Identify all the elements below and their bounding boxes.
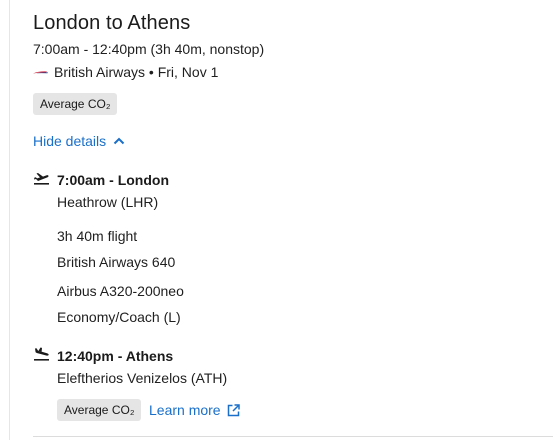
takeoff-icon <box>34 173 49 185</box>
arrival-airport: Eleftherios Venizelos (ATH) <box>57 370 228 386</box>
airline-date-row: British Airways • Fri, Nov 1 <box>33 64 218 80</box>
flight-duration: 3h 40m flight <box>57 228 138 244</box>
emissions-badge-label: Average CO₂ <box>40 97 111 111</box>
chevron-up-icon[interactable] <box>113 137 125 145</box>
emissions-badge-footer-label: Average CO₂ <box>64 403 135 417</box>
divider <box>9 0 10 440</box>
hide-details-label[interactable]: Hide details <box>33 133 106 149</box>
divider <box>33 436 553 437</box>
route-title: London to Athens <box>33 12 191 34</box>
flight-number: British Airways 640 <box>57 254 176 270</box>
cabin-class: Economy/Coach (L) <box>57 309 181 325</box>
landing-icon <box>34 347 49 361</box>
hide-details-button[interactable]: Hide details <box>33 133 125 149</box>
external-link-icon[interactable] <box>227 403 240 417</box>
learn-more-link[interactable]: Learn more <box>149 402 240 418</box>
arrival-heading: 12:40pm - Athens <box>57 348 174 364</box>
airline-logo-icon <box>33 71 48 74</box>
airline-date-text: British Airways • Fri, Nov 1 <box>54 64 219 80</box>
emissions-badge-footer: Average CO₂ <box>57 399 142 421</box>
learn-more-label[interactable]: Learn more <box>149 402 221 418</box>
departure-heading: 7:00am - London <box>57 172 170 188</box>
aircraft-type: Airbus A320-200neo <box>57 283 184 299</box>
flight-times: 7:00am - 12:40pm (3h 40m, nonstop) <box>33 41 265 57</box>
departure-airport: Heathrow (LHR) <box>57 194 159 210</box>
emissions-badge: Average CO₂ <box>33 93 118 115</box>
flight-details-card: London to Athens 7:00am - 12:40pm (3h 40… <box>0 0 553 440</box>
